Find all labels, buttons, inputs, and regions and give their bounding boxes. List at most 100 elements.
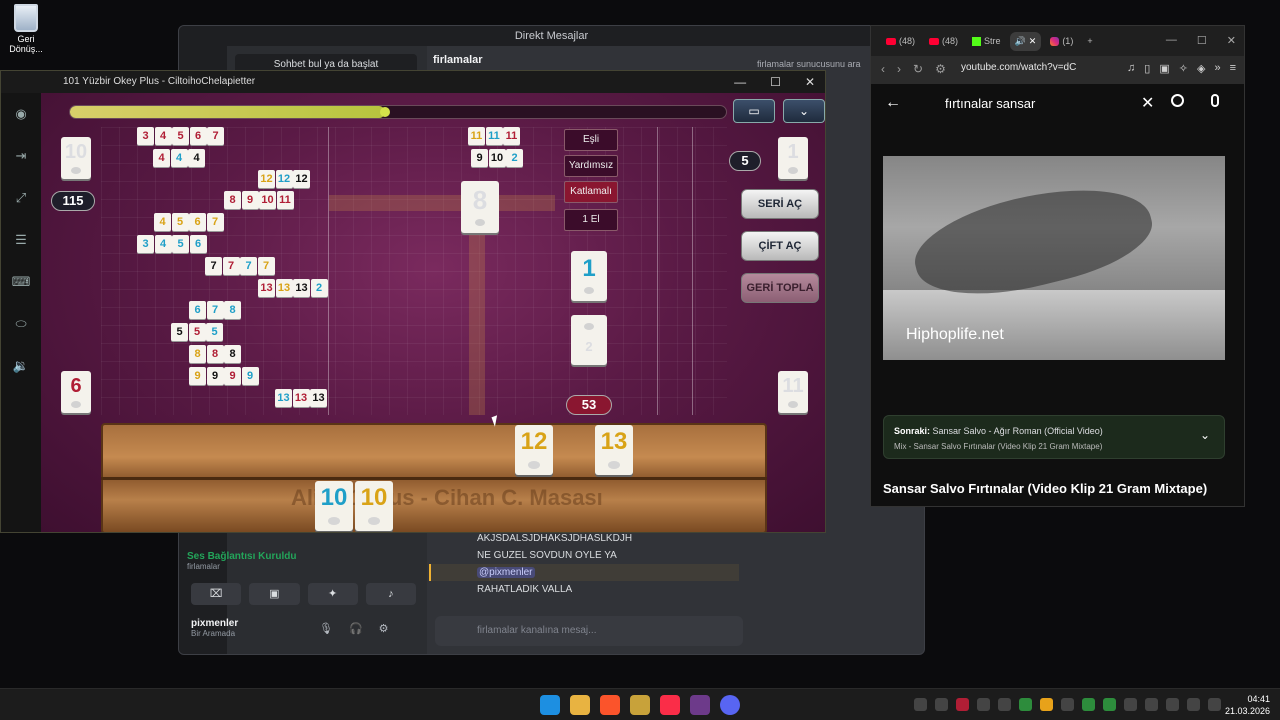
screen-share-button[interactable]: ▣ bbox=[249, 583, 300, 605]
site-info-icon[interactable]: ⚙ bbox=[935, 62, 946, 76]
brave-icon[interactable] bbox=[600, 695, 620, 715]
geri-topla-button[interactable]: GERİ TOPLA bbox=[741, 273, 819, 303]
mic-icon[interactable]: 🎙 bbox=[319, 622, 333, 635]
back-arrow-icon[interactable]: ← bbox=[885, 94, 901, 112]
sidebar-icon[interactable]: ▯ bbox=[1144, 62, 1150, 75]
camera-button[interactable]: ⌧ bbox=[191, 583, 242, 605]
tray-icon[interactable] bbox=[956, 698, 969, 711]
rack-tile[interactable]: 12 bbox=[515, 425, 553, 475]
extensions: ♫ ▯ ▣ ✧ ◈ » ≡ bbox=[1127, 62, 1236, 75]
table-tile: 7 bbox=[207, 127, 224, 145]
tray-icon[interactable] bbox=[914, 698, 927, 711]
more-icon[interactable]: » bbox=[1214, 62, 1220, 75]
battery-icon[interactable] bbox=[1208, 698, 1221, 711]
start-icon[interactable] bbox=[540, 695, 560, 715]
seri-ac-button[interactable]: SERİ AÇ bbox=[741, 189, 819, 219]
video-player[interactable]: Hiphoplife.net bbox=[883, 156, 1225, 360]
tile-pip bbox=[788, 167, 798, 174]
close-icon[interactable]: ✕ bbox=[805, 71, 815, 93]
tab-youtube-2[interactable]: (48) bbox=[924, 32, 963, 50]
tray-icon[interactable] bbox=[998, 698, 1011, 711]
rack-tile[interactable]: 10 bbox=[315, 481, 353, 531]
tab-close-icon[interactable]: ✕ bbox=[1029, 36, 1037, 47]
new-tab-button[interactable]: + bbox=[1082, 32, 1097, 50]
chat-button[interactable]: ▭ bbox=[733, 99, 775, 123]
close-icon[interactable]: ✕ bbox=[1227, 34, 1236, 47]
up-next-panel[interactable]: Sonraki: Sansar Salvo - Ağır Roman (Offi… bbox=[883, 415, 1225, 459]
volume-tray-icon[interactable] bbox=[1187, 698, 1200, 711]
chevron-down-button[interactable]: ⌄ bbox=[783, 99, 825, 123]
forward-icon[interactable]: › bbox=[897, 62, 901, 76]
search-icon[interactable] bbox=[1171, 94, 1184, 107]
table-tile: 4 bbox=[153, 149, 170, 167]
avatar-icon[interactable]: ◉ bbox=[1, 93, 41, 135]
settings-gear-icon[interactable]: ⚙ bbox=[379, 622, 389, 635]
back-icon[interactable]: ‹ bbox=[881, 62, 885, 76]
table-tile: 4 bbox=[170, 149, 188, 167]
maximize-icon[interactable]: ☐ bbox=[1197, 34, 1207, 47]
tile-number: 2 bbox=[585, 339, 593, 354]
cift-ac-button[interactable]: ÇİFT AÇ bbox=[741, 231, 819, 261]
okey-icon[interactable] bbox=[690, 695, 710, 715]
video-watermark: Hiphoplife.net bbox=[906, 326, 1004, 343]
user-panel[interactable]: pixmenler Bir Aramada bbox=[191, 618, 238, 638]
tab-instagram[interactable]: (1) bbox=[1045, 32, 1078, 50]
rack-tile[interactable]: 10 bbox=[355, 481, 393, 531]
media-icon[interactable]: ♫ bbox=[1127, 62, 1135, 75]
clear-search-icon[interactable]: ✕ bbox=[1141, 93, 1154, 113]
tray-icon[interactable] bbox=[1061, 698, 1074, 711]
clock[interactable]: 04:41 21.03.2026 bbox=[1225, 693, 1270, 717]
tray-icon[interactable] bbox=[1082, 698, 1095, 711]
discard-tile[interactable]: 2 bbox=[571, 315, 607, 365]
rack-tile[interactable]: 13 bbox=[595, 425, 633, 475]
mic-tray-icon[interactable] bbox=[1145, 698, 1158, 711]
keyboard-icon[interactable]: ⌨ bbox=[1, 261, 41, 303]
tray-icon[interactable] bbox=[1103, 698, 1116, 711]
message-list: AKJSDALSJDHAKSJDHASLKDJH NE GUZEL SOVDUN… bbox=[429, 530, 739, 598]
reload-icon[interactable]: ↻ bbox=[913, 62, 923, 76]
headset-icon[interactable]: 🎧 bbox=[349, 622, 363, 635]
tray-icon[interactable] bbox=[977, 698, 990, 711]
league-icon[interactable] bbox=[630, 695, 650, 715]
message-input[interactable]: firlamalar kanalına mesaj... bbox=[435, 616, 743, 646]
tab-kick[interactable]: Stre bbox=[967, 32, 1006, 50]
video-frame-bed bbox=[883, 290, 1225, 360]
minimize-icon[interactable]: — bbox=[734, 71, 746, 93]
search-query[interactable]: fırtınalar sansar bbox=[945, 96, 1035, 111]
maximize-icon[interactable]: ☐ bbox=[770, 71, 781, 93]
tray-icon[interactable] bbox=[1124, 698, 1137, 711]
volume-icon[interactable]: 🔉 bbox=[1, 345, 41, 387]
music-icon[interactable] bbox=[660, 695, 680, 715]
minimize-icon[interactable]: — bbox=[1166, 34, 1177, 47]
mention-tag[interactable]: @pixmenler bbox=[477, 567, 535, 578]
table-tile: 7 bbox=[257, 257, 275, 275]
tag-icon[interactable]: ⬭ bbox=[1, 303, 41, 345]
settings-sliders-icon[interactable]: ☰ bbox=[1, 219, 41, 261]
soundboard-button[interactable]: ♪ bbox=[365, 583, 416, 605]
table-tile: 2 bbox=[310, 279, 328, 297]
center-drawn-tile[interactable]: 8 bbox=[461, 181, 499, 233]
tray-icon[interactable] bbox=[1019, 698, 1032, 711]
leo-icon[interactable]: ✧ bbox=[1179, 62, 1188, 75]
next-title: Sansar Salvo - Ağır Roman (Official Vide… bbox=[932, 426, 1103, 436]
file-explorer-icon[interactable] bbox=[570, 695, 590, 715]
menu-icon[interactable]: ≡ bbox=[1230, 62, 1236, 75]
chevron-down-icon[interactable]: ⌄ bbox=[1200, 428, 1210, 443]
voice-search-icon[interactable] bbox=[1211, 94, 1219, 107]
tab-active[interactable]: 🔊 ✕ bbox=[1009, 31, 1042, 51]
fullscreen-icon[interactable]: ⤢ bbox=[1, 177, 41, 219]
activities-button[interactable]: ✦ bbox=[307, 583, 358, 605]
tray-icon[interactable] bbox=[1040, 698, 1053, 711]
recycle-bin-icon[interactable]: Geri Dönüş... bbox=[4, 4, 48, 54]
url-input[interactable]: youtube.com/watch?v=dC bbox=[961, 62, 1101, 73]
exit-icon[interactable]: ⇥ bbox=[1, 135, 41, 177]
discord-icon[interactable] bbox=[720, 695, 740, 715]
shield-icon[interactable]: ◈ bbox=[1197, 62, 1205, 75]
table-tile: 9 bbox=[241, 367, 259, 385]
table-tile: 7 bbox=[206, 213, 224, 231]
wallet-icon[interactable]: ▣ bbox=[1159, 62, 1169, 75]
tab-youtube-1[interactable]: (48) bbox=[881, 32, 920, 50]
opponent-left-top-tile: 10 bbox=[61, 137, 91, 179]
tray-icon[interactable] bbox=[935, 698, 948, 711]
network-icon[interactable] bbox=[1166, 698, 1179, 711]
